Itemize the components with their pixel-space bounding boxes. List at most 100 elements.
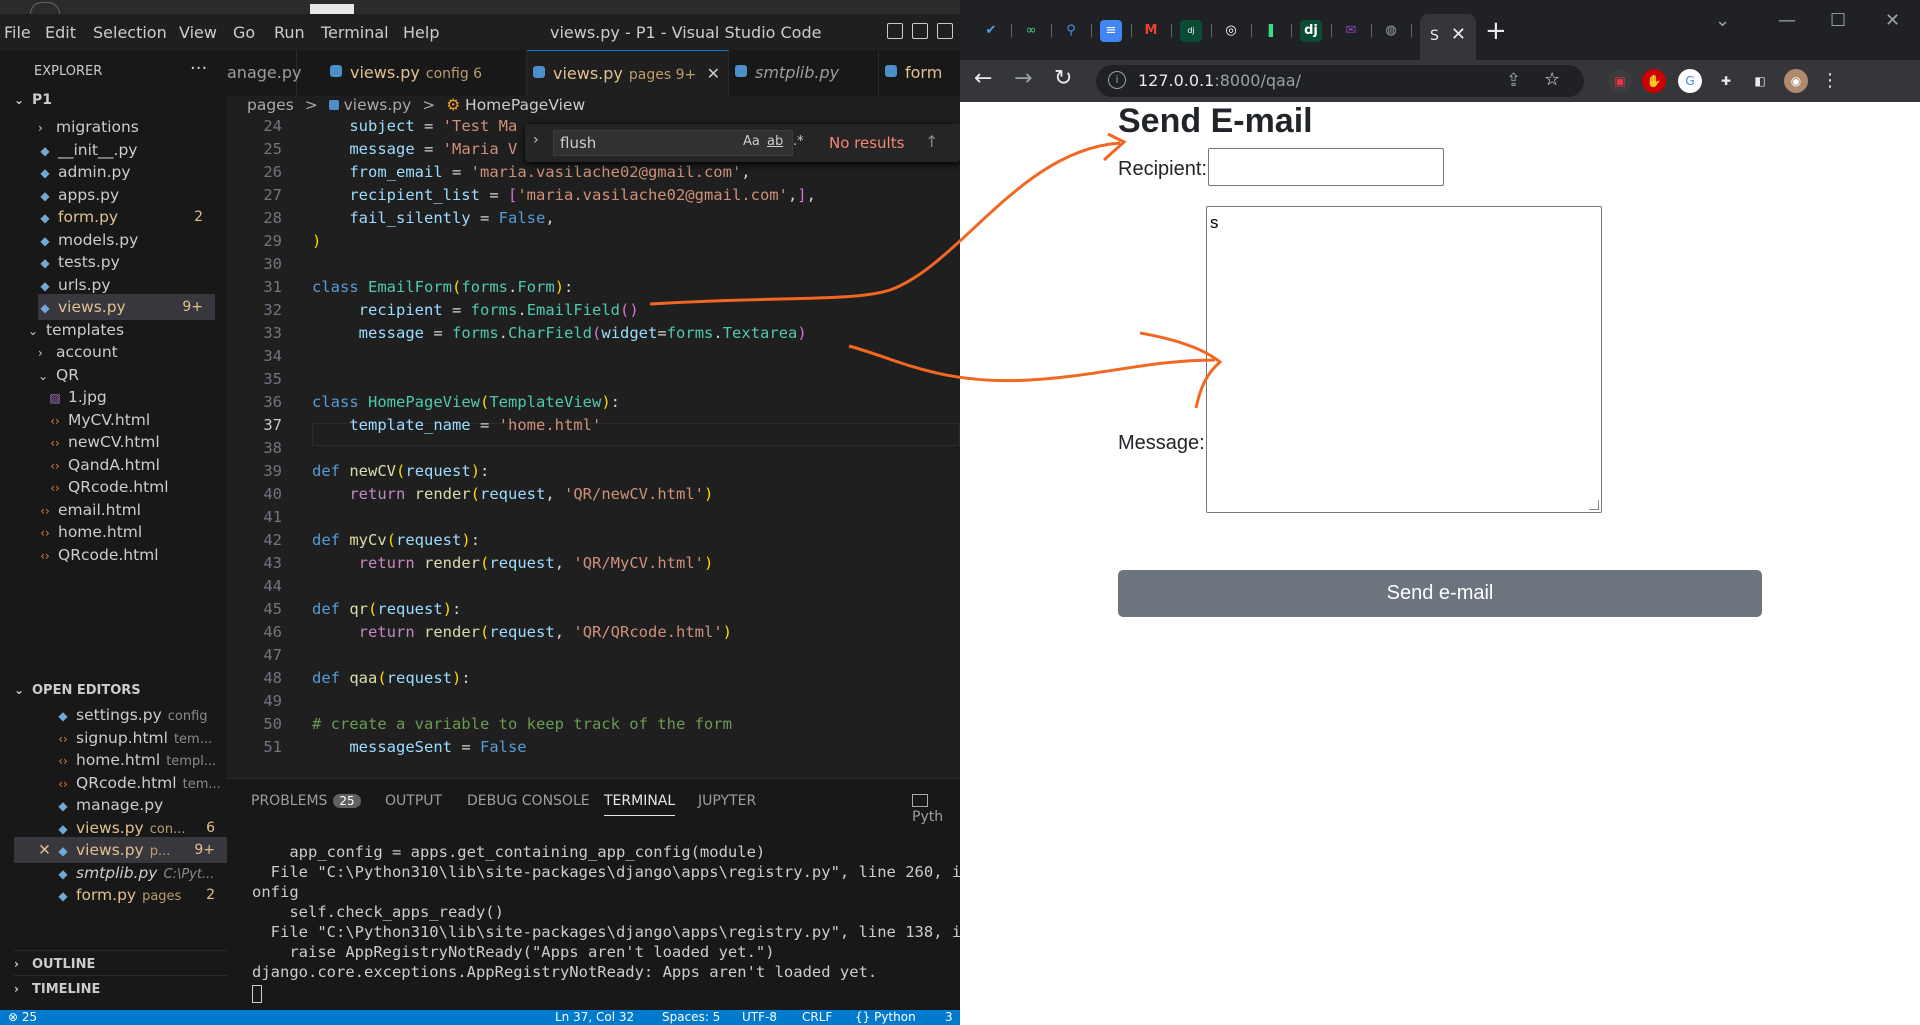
tab-search-icon[interactable]: ⌄ bbox=[1715, 10, 1730, 31]
extensions-puzzle-icon[interactable]: ✚ bbox=[1714, 69, 1738, 93]
status-extra[interactable]: 3 bbox=[945, 1010, 953, 1024]
tab-jupyter[interactable]: JUPYTER bbox=[698, 793, 756, 809]
back-icon[interactable]: ← bbox=[974, 66, 992, 91]
status-eol[interactable]: CRLF bbox=[802, 1010, 832, 1024]
share-icon[interactable]: ⇪ bbox=[1506, 70, 1521, 91]
tree-item-label: __init__.py bbox=[58, 140, 138, 159]
status-encoding[interactable]: UTF-8 bbox=[742, 1010, 777, 1024]
message-textarea[interactable]: s bbox=[1206, 206, 1602, 513]
extension-translate-icon[interactable]: G bbox=[1678, 69, 1702, 93]
tree-item-label: admin.py bbox=[58, 163, 131, 181]
line-number: 44 bbox=[263, 577, 282, 595]
chevron-right-icon[interactable]: › bbox=[533, 132, 539, 148]
outline-header[interactable]: › OUTLINE bbox=[14, 950, 227, 976]
active-browser-tab[interactable]: S ✕ bbox=[1420, 14, 1476, 60]
code-line-26: from_email = 'maria.vasilache02@gmail.co… bbox=[349, 163, 751, 181]
open-editor-label: signup.html bbox=[76, 728, 168, 747]
terminal-icon bbox=[912, 794, 928, 807]
new-tab-button[interactable]: + bbox=[1485, 16, 1507, 46]
send-email-button[interactable]: Send e-mail bbox=[1118, 570, 1762, 617]
side-panel-icon[interactable]: ◧ bbox=[1748, 69, 1772, 93]
tab-problems[interactable]: PROBLEMS 25 bbox=[251, 793, 361, 809]
docs-favicon-icon[interactable]: ≡ bbox=[1100, 20, 1122, 42]
infinity-favicon-icon[interactable]: ∞ bbox=[1020, 20, 1042, 42]
tab-debug-console[interactable]: DEBUG CONSOLE bbox=[467, 793, 590, 809]
extension-block-icon[interactable]: ✋ bbox=[1642, 69, 1666, 93]
tab-views-pages[interactable]: views.py pages 9+ ✕ bbox=[527, 50, 729, 96]
menu-file[interactable]: File bbox=[4, 23, 31, 42]
toggle-sidebar-icon[interactable] bbox=[887, 23, 903, 39]
address-bar[interactable]: i 127.0.0.1:8000/qaa/ ⇪ ☆ bbox=[1096, 65, 1584, 97]
line-number: 32 bbox=[263, 301, 282, 319]
chrome-favicon-icon[interactable]: ◎ bbox=[1220, 20, 1242, 42]
mongodb-favicon-icon[interactable]: ❚ bbox=[1260, 20, 1282, 42]
bookmark-star-icon[interactable]: ☆ bbox=[1544, 69, 1560, 90]
tree-item-qrcode-html[interactable]: ‹› QRcode.html bbox=[38, 542, 215, 568]
tab-smtplib-py[interactable]: smtplib.py bbox=[729, 50, 879, 96]
more-actions-icon[interactable]: ··· bbox=[190, 58, 207, 79]
djangoproject-favicon-icon[interactable]: dj bbox=[1300, 20, 1322, 42]
menu-view[interactable]: View bbox=[179, 23, 217, 42]
line-number: 38 bbox=[263, 439, 282, 457]
breadcrumb-symbol[interactable]: HomePageView bbox=[465, 96, 585, 114]
tab-manage-py[interactable]: anage.py bbox=[227, 50, 301, 96]
python-file-icon bbox=[533, 66, 545, 78]
regex-toggle[interactable]: .* bbox=[793, 134, 804, 149]
recipient-input[interactable] bbox=[1208, 148, 1444, 186]
breadcrumb: pages > views.py > ⚙ HomePageView bbox=[247, 96, 585, 120]
forward-icon[interactable]: → bbox=[1014, 66, 1032, 91]
todo-favicon-icon[interactable]: ✔ bbox=[980, 20, 1002, 42]
menu-go[interactable]: Go bbox=[233, 23, 255, 42]
extension-pdf-icon[interactable]: ▣ bbox=[1608, 69, 1632, 93]
breadcrumb-pages[interactable]: pages bbox=[247, 96, 294, 114]
project-root[interactable]: ⌄ P1 bbox=[14, 87, 52, 113]
reload-icon[interactable]: ↻ bbox=[1054, 66, 1072, 91]
tab-terminal[interactable]: TERMINAL bbox=[604, 793, 676, 816]
terminal-profile[interactable]: Pyth bbox=[912, 793, 960, 825]
tab-form-py[interactable]: form bbox=[879, 50, 960, 96]
menu-kebab-icon[interactable]: ⋮ bbox=[1818, 69, 1842, 93]
minimize-icon[interactable]: — bbox=[1778, 10, 1796, 31]
match-word-toggle[interactable]: ab bbox=[767, 134, 783, 149]
menu-terminal[interactable]: Terminal bbox=[321, 23, 389, 42]
profile-avatar[interactable]: ◉ bbox=[1784, 69, 1808, 93]
status-errors[interactable]: ⊗ 25 bbox=[8, 1010, 37, 1024]
maximize-icon[interactable]: ☐ bbox=[1830, 10, 1846, 31]
globe-favicon-icon[interactable]: ◍ bbox=[1380, 20, 1402, 42]
status-position[interactable]: Ln 37, Col 32 bbox=[555, 1010, 634, 1024]
line-number: 35 bbox=[263, 370, 282, 388]
status-language[interactable]: {} Python bbox=[855, 1010, 916, 1024]
close-tab-icon[interactable]: ✕ bbox=[1451, 24, 1466, 45]
recipient-label: Recipient: bbox=[1118, 158, 1207, 180]
timeline-header[interactable]: › TIMELINE bbox=[14, 975, 227, 1001]
open-editor-form-py[interactable]: ◆ form.py pages 2 bbox=[14, 882, 227, 908]
gmail-favicon-icon[interactable]: M bbox=[1140, 20, 1162, 42]
match-case-toggle[interactable]: Aa bbox=[743, 134, 760, 149]
menu-edit[interactable]: Edit bbox=[45, 23, 76, 42]
terminal-line: app_config = apps.get_containing_app_con… bbox=[252, 843, 766, 861]
code-line-40: return render(request, 'QR/newCV.html') bbox=[349, 485, 714, 503]
site-info-icon[interactable]: i bbox=[1108, 71, 1126, 89]
menu-run[interactable]: Run bbox=[274, 23, 305, 42]
terminal-cursor[interactable] bbox=[252, 985, 262, 1003]
toggle-secondary-sidebar-icon[interactable] bbox=[937, 23, 953, 39]
breadcrumb-file[interactable]: views.py bbox=[344, 96, 412, 114]
python-file-icon bbox=[330, 65, 342, 77]
close-window-icon[interactable]: ✕ bbox=[1885, 10, 1900, 31]
search-favicon-icon[interactable]: ⚲ bbox=[1060, 20, 1082, 42]
status-spaces[interactable]: Spaces: 5 bbox=[662, 1010, 720, 1024]
close-tab-icon[interactable]: ✕ bbox=[707, 51, 720, 96]
toggle-panel-icon[interactable] bbox=[912, 23, 928, 39]
tab-output[interactable]: OUTPUT bbox=[385, 793, 442, 809]
menu-selection[interactable]: Selection bbox=[93, 23, 167, 42]
mail-favicon-icon[interactable]: ✉ bbox=[1340, 20, 1362, 42]
previous-match-icon[interactable]: ↑ bbox=[925, 132, 938, 151]
browser-tab-strip: ✔ ∞ ⚲ ≡ M dj ◎ ❚ dj ✉ ◍ S ✕ + ⌄ — ☐ ✕ bbox=[960, 0, 1920, 60]
resize-grip-icon[interactable] bbox=[1589, 500, 1599, 510]
open-editors-header[interactable]: ⌄ OPEN EDITORS bbox=[14, 677, 141, 703]
tab-views-config[interactable]: views.py config 6 bbox=[324, 50, 527, 96]
django-favicon-icon[interactable]: dj bbox=[1180, 20, 1202, 42]
menu-help[interactable]: Help bbox=[403, 23, 439, 42]
code-editor[interactable]: 24 25 26 27 28 29 30 31 32 33 34 35 36 37 38 39 40 41 42 43… bbox=[227, 120, 960, 778]
activity-bar bbox=[0, 50, 8, 1010]
